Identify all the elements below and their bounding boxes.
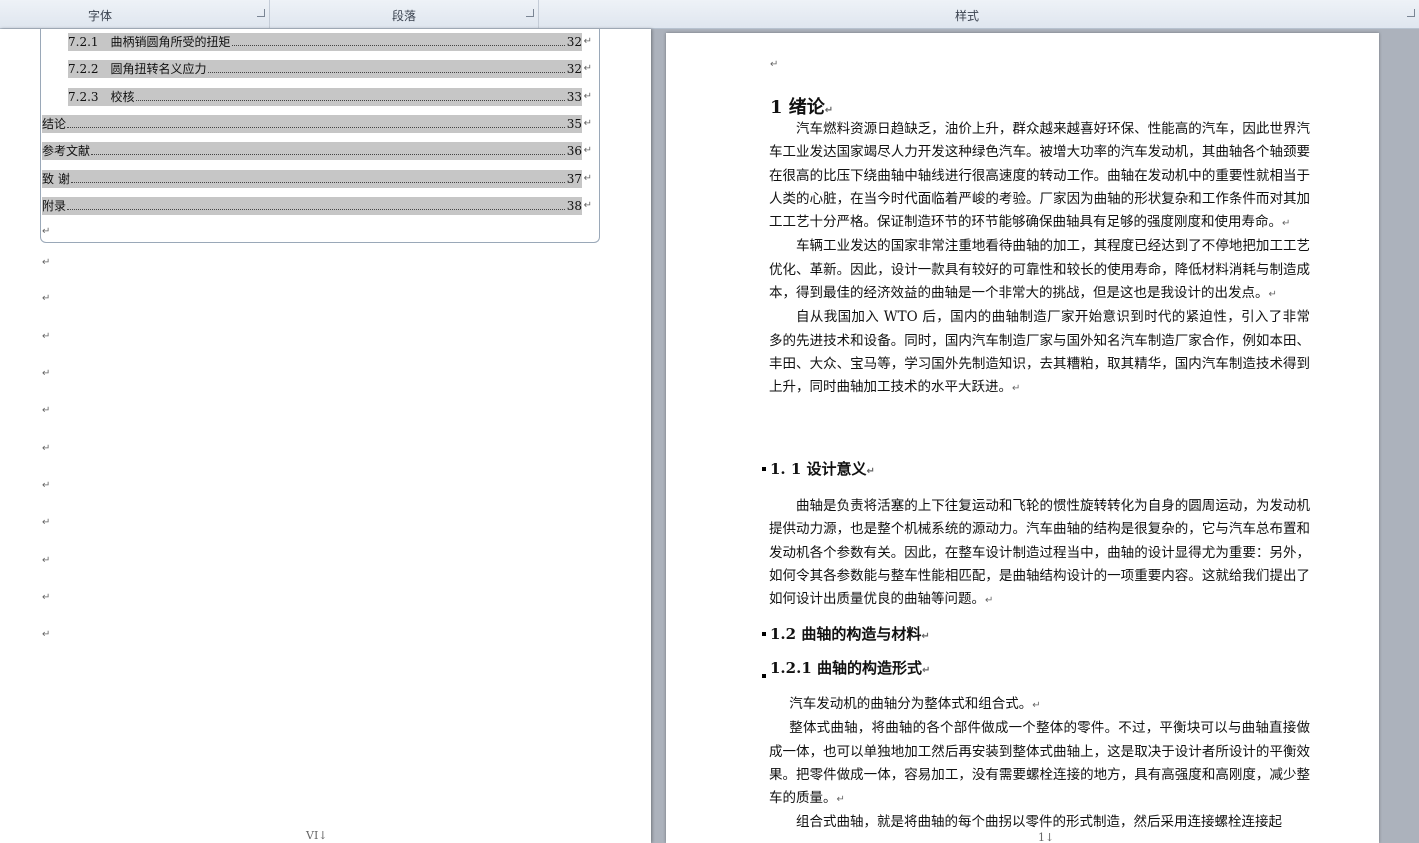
paragraph-group-label: 段落 bbox=[391, 9, 416, 23]
toc-page-number: 35 bbox=[566, 117, 582, 131]
paragraph-mark-icon: ↵ bbox=[583, 173, 592, 184]
paragraph-mark-icon: ↵ bbox=[42, 405, 51, 416]
body-paragraph: 汽车发动机的曲轴分为整体式和组合式。↵ bbox=[769, 693, 1310, 717]
paragraph-mark-icon: ↵ bbox=[1012, 383, 1021, 395]
paragraph-mark-icon: ↵ bbox=[866, 466, 875, 477]
toc-entry[interactable]: 参考文献 36 ↵ bbox=[42, 142, 592, 160]
toc-entry-text: 结论 bbox=[42, 117, 67, 131]
paragraph-mark-icon: ↵ bbox=[42, 257, 51, 268]
section-1-1-body: 曲轴是负责将活塞的上下往复运动和飞轮的惯性旋转转化为自身的圆周运动，为发动机提供… bbox=[769, 495, 1310, 612]
heading-bullet-icon bbox=[762, 632, 766, 636]
subsection-heading: 1.2.1 曲轴的构造形式↵ bbox=[770, 657, 930, 678]
left-page[interactable]: 7.2.1 曲柄销圆角所受的扭矩 32 ↵ 7.2.2 圆角扭转名义应力 32 ↵ … bbox=[0, 29, 651, 843]
toc-page-number: 32 bbox=[566, 35, 582, 49]
paragraph-mark-icon: ↵ bbox=[42, 592, 51, 603]
toc-entry[interactable]: 7.2.2 圆角扭转名义应力 32 ↵ bbox=[68, 60, 592, 78]
paragraph-mark-icon: ↵ bbox=[1282, 218, 1291, 230]
paragraph-mark-icon: ↵ bbox=[42, 629, 51, 640]
paragraph-text: 自从我国加入 WTO 后，国内的曲轴制造厂家开始意识到时代的紧迫性，引入了非常多… bbox=[769, 309, 1310, 396]
paragraph-group: 段落 bbox=[270, 0, 539, 28]
paragraph-mark-icon: ↵ bbox=[42, 480, 51, 491]
paragraph-text: 汽车发动机的曲轴分为整体式和组合式。 bbox=[789, 696, 1033, 712]
chapter-heading-text: 1 绪论 bbox=[770, 97, 825, 118]
body-paragraph: 自从我国加入 WTO 后，国内的曲轴制造厂家开始意识到时代的紧迫性，引入了非常多… bbox=[769, 306, 1310, 400]
chapter-heading: 1 绪论↵ bbox=[770, 93, 833, 119]
paragraph-text: 汽车燃料资源日趋缺乏，油价上升，群众越来越喜好环保、性能高的汽车，因此世界汽车工… bbox=[769, 121, 1310, 231]
body-paragraph: 汽车燃料资源日趋缺乏，油价上升，群众越来越喜好环保、性能高的汽车，因此世界汽车工… bbox=[769, 118, 1310, 235]
paragraph-mark-icon: ↵ bbox=[583, 91, 592, 102]
body-paragraph: 曲轴是负责将活塞的上下往复运动和飞轮的惯性旋转转化为自身的圆周运动，为发动机提供… bbox=[769, 495, 1310, 612]
paragraph-mark-icon: ↵ bbox=[42, 293, 51, 304]
paragraph-mark-icon: ↵ bbox=[583, 145, 592, 156]
toc-entry-text: 7.2.2 圆角扭转名义应力 bbox=[68, 62, 207, 76]
heading-bullet-icon bbox=[762, 467, 766, 471]
paragraph-mark-icon: ↵ bbox=[824, 105, 834, 116]
toc-entry-text: 7.2.3 校核 bbox=[68, 90, 135, 104]
body-paragraph: 车辆工业发达的国家非常注重地看待曲轴的加工，其程度已经达到了不停地把加工工艺优化… bbox=[769, 235, 1310, 306]
toc-entry[interactable]: 致 谢 37 ↵ bbox=[42, 170, 592, 188]
paragraph-mark-icon: ↵ bbox=[42, 555, 51, 566]
toc-entry-text: 参考文献 bbox=[42, 144, 91, 158]
paragraph-mark-icon: ↵ bbox=[42, 331, 51, 342]
paragraph-mark-icon: ↵ bbox=[583, 200, 592, 211]
section-1-2-1-body: 汽车发动机的曲轴分为整体式和组合式。↵ 整体式曲轴，将曲轴的各个部件做成一个整体… bbox=[769, 693, 1310, 835]
toc-entry-text: 7.2.1 曲柄销圆角所受的扭矩 bbox=[68, 35, 231, 49]
toc-page-number: 38 bbox=[566, 199, 582, 213]
section-heading-text: 1.2 曲轴的构造与材料 bbox=[770, 625, 922, 643]
paragraph-mark-icon: ↵ bbox=[42, 517, 51, 528]
right-page-number: 1↓ bbox=[1038, 831, 1055, 843]
toc-leader bbox=[70, 170, 565, 183]
paragraph-mark-icon: ↵ bbox=[770, 59, 779, 70]
paragraph-mark-icon: ↵ bbox=[1032, 700, 1041, 711]
styles-dialog-launcher-icon[interactable] bbox=[1407, 9, 1415, 17]
toc-entry[interactable]: 附录 38 ↵ bbox=[42, 197, 592, 215]
toc-entry[interactable]: 结论 35 ↵ bbox=[42, 115, 592, 133]
paragraph-mark-icon: ↵ bbox=[583, 118, 592, 129]
paragraph-text: 整体式曲轴，将曲轴的各个部件做成一个整体的零件。不过，平衡块可以与曲轴直接做成一… bbox=[769, 720, 1310, 807]
styles-group-label: 样式 bbox=[954, 9, 979, 23]
paragraph-mark-icon: ↵ bbox=[836, 794, 845, 806]
toc-leader bbox=[91, 142, 565, 155]
paragraph-mark-icon: ↵ bbox=[42, 226, 51, 237]
toc-entry-text: 致 谢 bbox=[42, 172, 70, 186]
paragraph-text: 曲轴是负责将活塞的上下往复运动和飞轮的惯性旋转转化为自身的圆周运动，为发动机提供… bbox=[769, 498, 1310, 608]
paragraph-mark-icon: ↵ bbox=[583, 36, 592, 47]
toc-leader bbox=[67, 115, 565, 128]
paragraph-text: 车辆工业发达的国家非常注重地看待曲轴的加工，其程度已经达到了不停地把加工工艺优化… bbox=[769, 238, 1310, 302]
section-heading: 1.2 曲轴的构造与材料↵ bbox=[770, 623, 930, 644]
paragraph-mark-icon: ↵ bbox=[921, 665, 931, 676]
heading-bullet-icon bbox=[762, 674, 766, 678]
toc-leader bbox=[135, 88, 565, 101]
font-group-label: 字体 bbox=[87, 9, 112, 23]
toc-leader bbox=[67, 197, 565, 210]
right-page[interactable]: ↵ 1 绪论↵ 汽车燃料资源日趋缺乏，油价上升，群众越来越喜好环保、性能高的汽车… bbox=[666, 33, 1379, 843]
toc-leader bbox=[207, 60, 565, 73]
body-paragraph: 整体式曲轴，将曲轴的各个部件做成一个整体的零件。不过，平衡块可以与曲轴直接做成一… bbox=[769, 717, 1310, 811]
toc-entry-text: 附录 bbox=[42, 199, 67, 213]
toc-page-number: 32 bbox=[566, 62, 582, 76]
styles-group: 样式 bbox=[539, 0, 1419, 28]
ribbon-group-labels: 字体 段落 样式 bbox=[0, 0, 1419, 29]
subsection-heading-text: 1.2.1 曲轴的构造形式 bbox=[770, 659, 922, 677]
left-page-number: VI↓ bbox=[306, 829, 328, 842]
toc-leader bbox=[231, 33, 565, 46]
font-dialog-launcher-icon[interactable] bbox=[257, 9, 265, 17]
section-heading: 1. 1 设计意义↵ bbox=[770, 458, 875, 479]
paragraph-mark-icon: ↵ bbox=[921, 631, 930, 642]
paragraph-text: 组合式曲轴，就是将曲轴的每个曲拐以零件的形式制造，然后采用连接螺栓连接起 bbox=[796, 814, 1282, 831]
toc-page-number: 37 bbox=[566, 172, 582, 186]
paragraph-mark-icon: ↵ bbox=[1268, 289, 1277, 301]
toc-page-number: 36 bbox=[566, 144, 582, 158]
intro-body: 汽车燃料资源日趋缺乏，油价上升，群众越来越喜好环保、性能高的汽车，因此世界汽车工… bbox=[769, 118, 1310, 401]
paragraph-dialog-launcher-icon[interactable] bbox=[526, 9, 534, 17]
paragraph-mark-icon: ↵ bbox=[583, 63, 592, 74]
paragraph-mark-icon: ↵ bbox=[985, 595, 994, 607]
toc-entry[interactable]: 7.2.1 曲柄销圆角所受的扭矩 32 ↵ bbox=[68, 33, 592, 51]
toc-page-number: 33 bbox=[566, 90, 582, 104]
font-group: 字体 bbox=[0, 0, 270, 28]
paragraph-mark-icon: ↵ bbox=[42, 368, 51, 379]
paragraph-mark-icon: ↵ bbox=[42, 443, 51, 454]
section-heading-text: 1. 1 设计意义 bbox=[770, 460, 867, 478]
toc-entry[interactable]: 7.2.3 校核 33 ↵ bbox=[68, 88, 592, 106]
